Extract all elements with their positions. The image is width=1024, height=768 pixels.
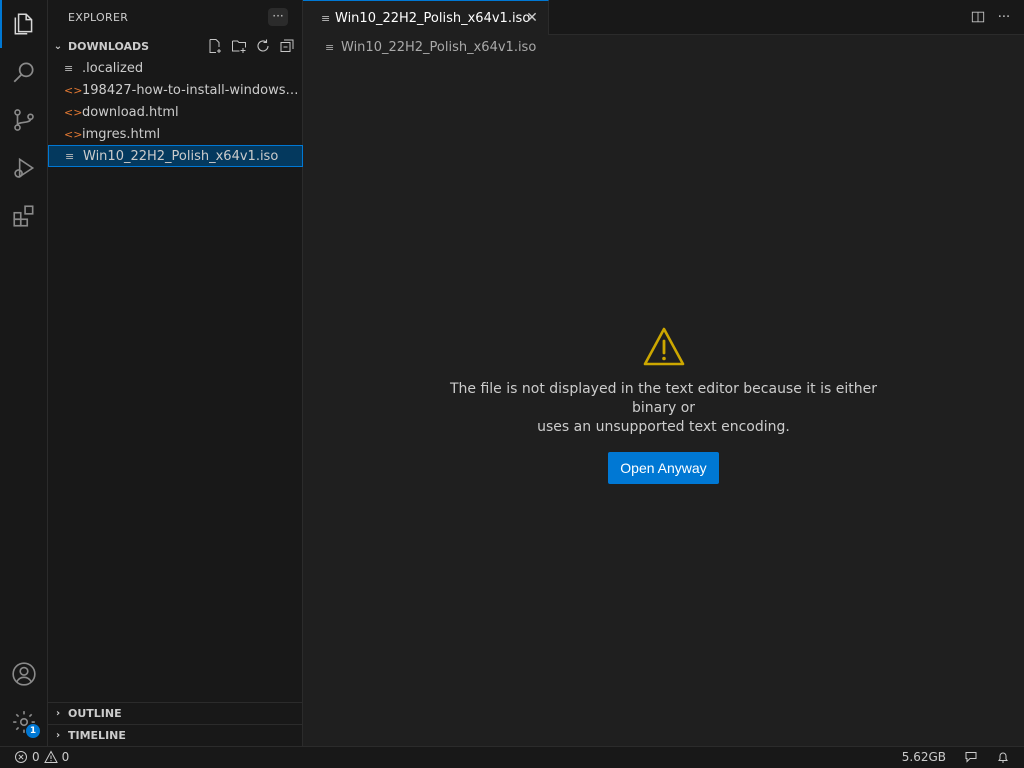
timeline-title: TIMELINE [68, 729, 126, 742]
collapse-all-icon[interactable] [277, 37, 297, 55]
text-file-icon: ≡ [65, 149, 75, 163]
explorer-sidebar: EXPLORER ··· ⌄ DOWNLOADS ≡ .localized <>… [48, 0, 303, 746]
file-name: Win10_22H2_Polish_x64v1.iso [83, 148, 279, 164]
editor-area: ≡ Win10_22H2_Polish_x64v1.iso ✕ ··· ≡ Wi… [303, 0, 1024, 746]
file-item[interactable]: ≡ .localized [48, 57, 303, 79]
warning-count: 0 [61, 750, 70, 764]
activity-bar: 1 [0, 0, 48, 746]
text-file-icon: ≡ [64, 61, 74, 75]
bottom-sections: › OUTLINE › TIMELINE [48, 702, 303, 746]
source-control-icon[interactable] [0, 96, 48, 144]
tab-bar: ≡ Win10_22H2_Polish_x64v1.iso ✕ ··· [303, 0, 1024, 35]
text-file-icon: ≡ [325, 40, 335, 54]
downloads-section-header[interactable]: ⌄ DOWNLOADS [48, 35, 303, 57]
memory-usage[interactable]: 5.62GB [902, 750, 946, 764]
warning-small-icon [43, 750, 58, 763]
message-line-2: uses an unsupported text encoding. [537, 419, 790, 435]
breadcrumb-file: Win10_22H2_Polish_x64v1.iso [341, 39, 537, 55]
error-count: 0 [32, 750, 40, 764]
chevron-right-icon: › [55, 708, 61, 719]
new-file-icon[interactable] [205, 37, 225, 55]
notification-badge: 1 [26, 724, 40, 738]
file-name: imgres.html [82, 126, 161, 142]
more-actions-icon[interactable]: ··· [996, 8, 1012, 26]
outline-section-header[interactable]: › OUTLINE [48, 702, 303, 724]
split-editor-icon[interactable] [970, 8, 986, 26]
refresh-icon[interactable] [253, 37, 273, 55]
file-name: .localized [82, 60, 144, 76]
file-item-selected[interactable]: ≡ Win10_22H2_Polish_x64v1.iso [48, 145, 303, 167]
chevron-right-icon: › [55, 730, 61, 741]
open-anyway-button[interactable]: Open Anyway [608, 452, 719, 484]
more-actions-button[interactable]: ··· [268, 8, 288, 26]
html-file-icon: <> [64, 105, 83, 119]
file-item[interactable]: <> download.html [48, 101, 303, 123]
problems-indicator[interactable]: 0 0 [14, 750, 69, 764]
search-icon[interactable] [0, 48, 48, 96]
message-line-1: The file is not displayed in the text ed… [449, 381, 877, 416]
run-debug-icon[interactable] [0, 144, 48, 192]
error-icon [15, 751, 27, 763]
text-file-icon: ≡ [321, 11, 331, 25]
outline-title: OUTLINE [68, 707, 122, 720]
account-icon[interactable] [0, 650, 48, 698]
extensions-icon[interactable] [0, 192, 48, 240]
new-folder-icon[interactable] [229, 37, 249, 55]
bell-icon[interactable] [996, 750, 1010, 764]
close-icon[interactable]: ✕ [524, 10, 540, 26]
chevron-down-icon: ⌄ [53, 40, 63, 52]
html-file-icon: <> [64, 83, 83, 97]
status-bar: 0 0 5.62GB [0, 746, 1024, 768]
feedback-icon[interactable] [964, 750, 978, 764]
timeline-section-header[interactable]: › TIMELINE [48, 724, 303, 746]
html-file-icon: <> [64, 127, 83, 141]
tab-active-file[interactable]: ≡ Win10_22H2_Polish_x64v1.iso ✕ [303, 0, 549, 35]
file-name: download.html [82, 104, 179, 120]
sidebar-title: EXPLORER [68, 11, 129, 24]
file-name: 198427-how-to-install-windows-1... [82, 82, 303, 98]
binary-file-notice: The file is not displayed in the text ed… [303, 326, 1024, 484]
settings-gear-icon[interactable]: 1 [0, 698, 48, 746]
section-title: DOWNLOADS [68, 39, 150, 53]
breadcrumb[interactable]: ≡ Win10_22H2_Polish_x64v1.iso [325, 38, 536, 56]
file-item[interactable]: <> 198427-how-to-install-windows-1... [48, 79, 303, 101]
explorer-icon[interactable] [0, 0, 48, 48]
file-item[interactable]: <> imgres.html [48, 123, 303, 145]
tab-label: Win10_22H2_Polish_x64v1.iso [335, 10, 531, 26]
warning-icon [643, 327, 684, 366]
